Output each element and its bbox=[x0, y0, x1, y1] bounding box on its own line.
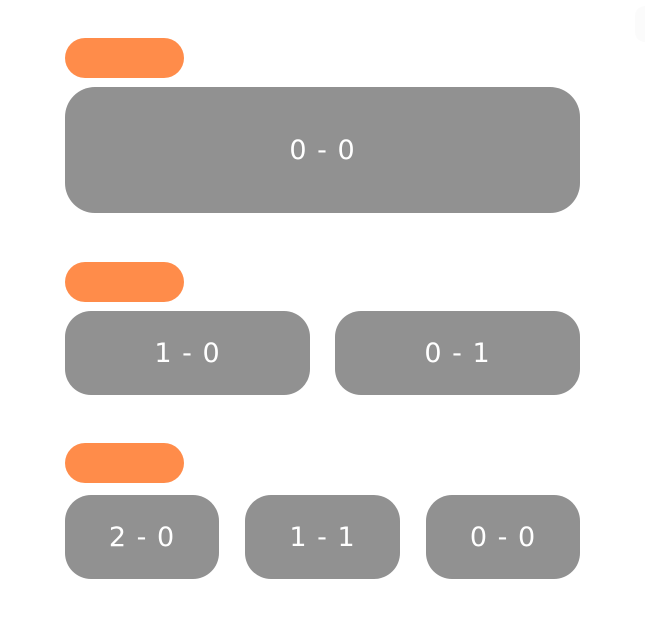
score-option-button[interactable]: 2 - 0 bbox=[65, 495, 219, 579]
score-option-button[interactable]: 1 - 1 bbox=[245, 495, 400, 579]
section-tag-1 bbox=[65, 38, 184, 78]
section-tag-2 bbox=[65, 262, 184, 302]
score-option-button[interactable]: 1 - 0 bbox=[65, 311, 310, 395]
score-option-button[interactable]: 0 - 0 bbox=[65, 87, 580, 213]
score-option-button[interactable]: 0 - 1 bbox=[335, 311, 580, 395]
score-option-button[interactable]: 0 - 0 bbox=[426, 495, 580, 579]
section-tag-3 bbox=[65, 443, 184, 483]
scroll-edge-indicator bbox=[635, 6, 645, 42]
